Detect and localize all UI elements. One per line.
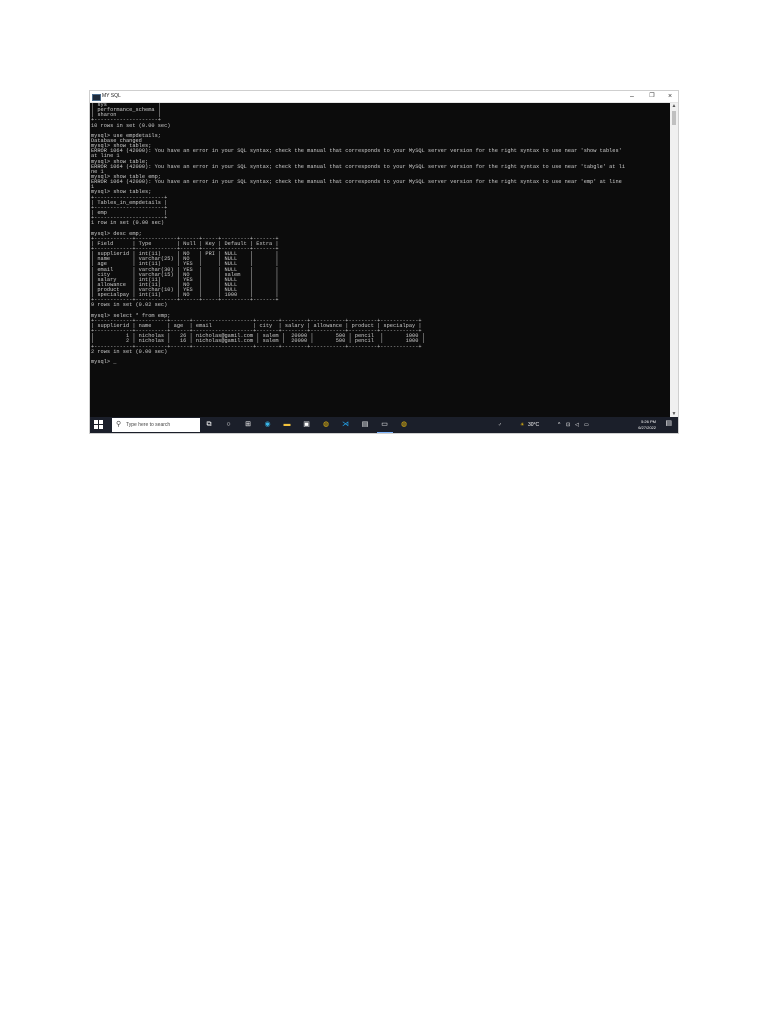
search-placeholder: Type here to search bbox=[126, 422, 171, 428]
clock-date[interactable]: 6/27/2022 bbox=[638, 425, 656, 430]
system-tray: ♂ ☀ 30°C ^ ⊡ ◁ ▭ 5:26 PM 6/27/2022 ▤ bbox=[478, 417, 678, 433]
widgets-icon[interactable]: ⊞ bbox=[243, 420, 253, 430]
vscode-icon[interactable]: ⋊ bbox=[341, 420, 351, 430]
chevron-up-icon[interactable]: ^ bbox=[558, 422, 560, 428]
console-line: ERROR 1064 (42000): You have an error in… bbox=[91, 148, 622, 155]
network-icon[interactable]: ⊡ bbox=[566, 422, 570, 428]
store-icon[interactable]: ▣ bbox=[302, 420, 312, 430]
console-line: ERROR 1064 (42000): You have an error in… bbox=[91, 179, 622, 186]
search-icon: ⚲ bbox=[116, 421, 122, 428]
temperature-label[interactable]: 30°C bbox=[528, 422, 539, 428]
notepad-icon[interactable]: ▤ bbox=[360, 420, 370, 430]
windows-logo-pane bbox=[94, 420, 98, 424]
task-view-icon[interactable]: ⧉ bbox=[204, 420, 214, 430]
console-line: ERROR 1064 (42000): You have an error in… bbox=[91, 163, 626, 170]
windows-taskbar: ⚲ Type here to search ⧉ ○ ⊞ ◉ ▬ ▣ ◍ ⋊ ▤ ▭ ◍ ♂ ☀ 30… bbox=[90, 417, 678, 433]
clock-time[interactable]: 5:26 PM bbox=[641, 419, 656, 424]
taskbar-search-box[interactable]: ⚲ Type here to search bbox=[112, 418, 200, 432]
window-title: MY SQL bbox=[102, 93, 121, 99]
cortana-icon[interactable]: ○ bbox=[224, 420, 234, 430]
notifications-icon[interactable]: ▤ bbox=[665, 420, 672, 427]
windows-logo-pane bbox=[94, 425, 98, 429]
scroll-thumb[interactable] bbox=[672, 111, 676, 125]
scroll-up-icon[interactable]: ▲ bbox=[670, 103, 678, 109]
chrome-icon[interactable]: ◍ bbox=[321, 420, 331, 430]
minimize-button[interactable]: – bbox=[626, 92, 638, 101]
console-scrollbar[interactable]: ▲ ▼ bbox=[670, 103, 678, 417]
file-explorer-icon[interactable]: ▬ bbox=[282, 420, 292, 430]
person-icon[interactable]: ♂ bbox=[498, 422, 502, 428]
battery-icon[interactable]: ▭ bbox=[584, 422, 589, 428]
chrome-icon-2[interactable]: ◍ bbox=[399, 420, 409, 430]
console-line: mysql> _ bbox=[91, 359, 117, 366]
active-app-indicator bbox=[376, 431, 393, 433]
volume-icon[interactable]: ◁ bbox=[575, 422, 579, 428]
close-button[interactable]: × bbox=[664, 92, 676, 101]
terminal-icon[interactable]: ▭ bbox=[380, 420, 390, 430]
console-output[interactable]: | sys | | performance_schema | | sharon | +… bbox=[90, 103, 670, 417]
edge-icon[interactable]: ◉ bbox=[263, 420, 273, 430]
console-app-icon bbox=[92, 94, 101, 101]
maximize-button[interactable]: ❐ bbox=[646, 92, 658, 101]
weather-icon[interactable]: ☀ bbox=[520, 422, 524, 428]
windows-logo-pane bbox=[99, 420, 103, 424]
start-button[interactable] bbox=[94, 420, 104, 430]
console-text: | sys | | performance_schema | | sharon | +… bbox=[90, 103, 670, 365]
windows-logo-pane bbox=[99, 425, 103, 429]
window-titlebar[interactable]: MY SQL – ❐ × bbox=[90, 91, 678, 103]
screenshot-frame: MY SQL – ❐ × | sys | | performance_schema… bbox=[90, 91, 678, 433]
